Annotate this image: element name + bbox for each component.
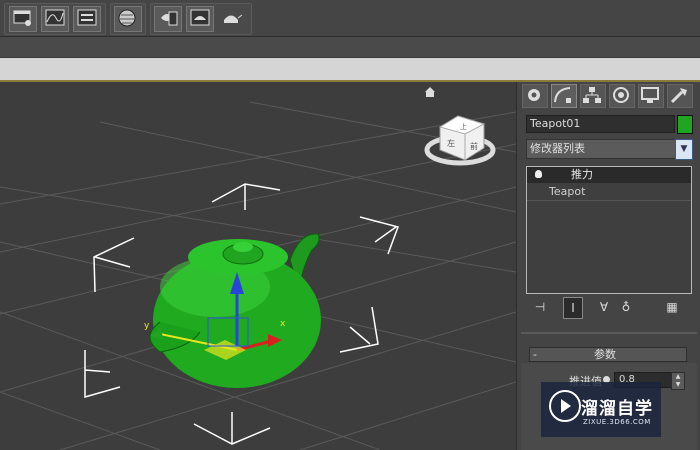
configure-sets-icon[interactable]: ▦	[663, 297, 681, 317]
object-color-swatch[interactable]	[677, 115, 693, 134]
viewcube-left-label: 左	[447, 138, 455, 148]
modifier-list-dropdown[interactable]: 修改器列表	[526, 139, 687, 159]
play-logo-icon	[549, 390, 581, 422]
remove-modifier-icon[interactable]: ♁	[617, 297, 635, 317]
stack-tools: ⊣ Ⅰ ∀ ♁ ▦	[531, 297, 691, 319]
utilities-icon[interactable]	[667, 84, 693, 108]
rendered-frame-icon[interactable]	[186, 6, 214, 32]
rollout-divider	[521, 332, 697, 334]
collapse-toggle: -	[533, 348, 537, 361]
material-editor-icon[interactable]	[114, 6, 142, 32]
toolbar-group-2	[110, 3, 146, 35]
stack-item-label: Teapot	[549, 185, 586, 198]
chevron-down-icon[interactable]: ▼	[675, 139, 693, 160]
scene-explorer-icon[interactable]	[9, 6, 37, 32]
lightbulb-icon[interactable]	[535, 170, 542, 178]
viewcube-top-label: 上	[460, 122, 467, 131]
modify-icon[interactable]	[551, 84, 577, 108]
hierarchy-icon[interactable]	[580, 84, 606, 108]
toolbar-group-1	[4, 3, 106, 35]
watermark-title: 溜溜自学	[581, 399, 653, 419]
parameters-rollout-header[interactable]: - 参数	[529, 347, 687, 362]
render-setup-icon[interactable]	[154, 6, 182, 32]
toolbar-group-3	[150, 3, 252, 35]
push-value-spinner[interactable]: ▲ ▼	[671, 372, 685, 390]
spinner-down-icon[interactable]: ▼	[676, 381, 681, 388]
command-panel-tabs	[519, 82, 700, 108]
watermark: 溜溜自学 ZIXUE.3D66.COM	[541, 382, 661, 437]
motion-icon[interactable]	[609, 84, 635, 108]
spinner-up-icon[interactable]: ▲	[676, 373, 681, 380]
home-icon[interactable]	[425, 87, 435, 97]
make-unique-icon[interactable]: ∀	[595, 297, 613, 317]
object-name-field[interactable]: Teapot01	[526, 115, 675, 133]
ribbon-bar	[0, 58, 700, 82]
pin-stack-icon[interactable]: ⊣	[531, 297, 549, 317]
stack-item-teapot[interactable]: Teapot	[527, 184, 691, 201]
main-toolbar	[0, 0, 700, 37]
create-icon[interactable]	[522, 84, 548, 108]
perspective-viewport[interactable]: x y 上 前 左	[0, 82, 516, 450]
schematic-view-icon[interactable]	[73, 6, 101, 32]
stack-item-push[interactable]: 推力	[527, 167, 691, 183]
secondary-toolbar	[0, 37, 700, 58]
modifier-stack: 推力 Teapot	[526, 166, 692, 294]
gizmo-x-label: x	[280, 319, 286, 329]
viewcube-front-label: 前	[470, 141, 478, 151]
curve-editor-icon[interactable]	[41, 6, 69, 32]
stack-item-label: 推力	[571, 168, 593, 181]
watermark-url: ZIXUE.3D66.COM	[583, 418, 651, 426]
display-icon[interactable]	[638, 84, 664, 108]
rollout-title: 参数	[594, 348, 616, 361]
quick-render-icon[interactable]	[218, 6, 246, 32]
gizmo-y-label: y	[144, 321, 150, 331]
show-end-result-icon[interactable]: Ⅰ	[563, 297, 583, 319]
viewcube[interactable]: 上 前 左	[424, 115, 496, 166]
